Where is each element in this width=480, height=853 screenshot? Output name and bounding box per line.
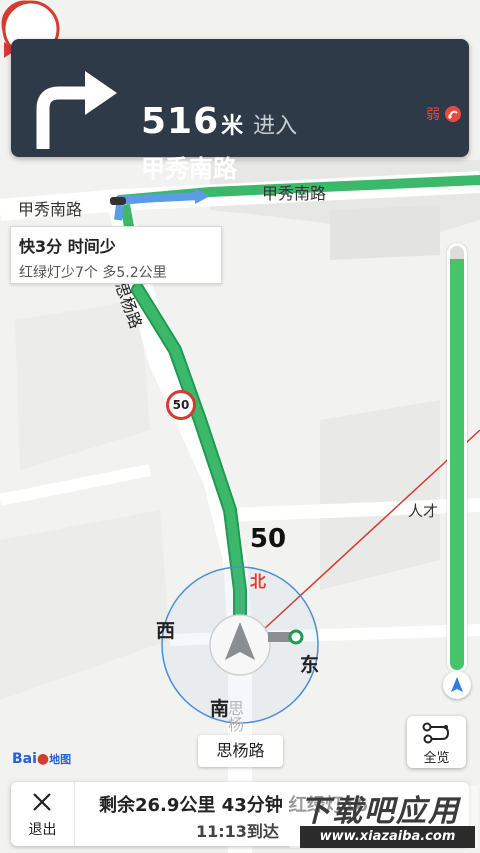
progress-car-marker xyxy=(443,671,471,699)
distance-unit: 米 xyxy=(221,114,244,139)
gps-signal-text: 弱 xyxy=(426,107,440,123)
map-poi-label: 人才 xyxy=(408,502,439,520)
compass-west: 西 xyxy=(156,620,176,642)
route-overview-icon xyxy=(422,722,450,744)
turn-right-arrow-icon xyxy=(36,71,117,149)
exit-label: 退出 xyxy=(28,822,57,838)
watermark-title: 下载吧应用 xyxy=(300,794,460,829)
close-icon xyxy=(33,793,51,811)
turn-distance: 516米 进入 xyxy=(141,101,297,142)
compass-north: 北 xyxy=(250,572,267,591)
baidu-map-logo: Bai●地图 xyxy=(12,751,71,767)
logo-text: Bai xyxy=(12,751,37,767)
compass-east: 东 xyxy=(300,654,320,676)
current-road-label: 思杨路 xyxy=(198,735,283,767)
map-road-label-left: 甲秀南路 xyxy=(18,200,83,219)
overview-button[interactable]: 全览 xyxy=(407,716,466,768)
arrival-time: 11:13到达 xyxy=(196,822,279,841)
speed-limit-sign: 50 xyxy=(166,390,196,420)
navigation-arrow-icon xyxy=(451,677,463,692)
turn-instruction-card[interactable]: 516米 进入 甲秀南路 弱 xyxy=(11,39,469,183)
current-speed-limit: 50 xyxy=(249,524,287,554)
watermark-url: www.xiazaiba.com xyxy=(300,826,475,848)
map-road-label-faint: 思杨 xyxy=(225,700,244,732)
exit-button[interactable]: 退出 xyxy=(11,782,75,846)
next-road-name: 甲秀南路 xyxy=(141,155,237,183)
paw-icon: ● xyxy=(36,751,50,767)
turn-action: 进入 xyxy=(253,114,298,139)
gps-signal-indicator: 弱 xyxy=(426,104,462,124)
alternative-route-bubble[interactable]: 快3分 时间少 红绿灯少7个 多5.2公里 xyxy=(10,226,222,284)
alt-route-subtitle: 红绿灯少7个 多5.2公里 xyxy=(19,265,167,281)
route-progress-fill xyxy=(450,258,464,670)
distance-value: 516 xyxy=(141,101,220,142)
logo-mark: 地图 xyxy=(49,753,72,766)
gps-signal-icon xyxy=(445,106,461,122)
map-road-label-right: 甲秀南路 xyxy=(262,184,327,203)
alt-route-title: 快3分 时间少 xyxy=(19,237,116,256)
overview-label: 全览 xyxy=(423,751,450,766)
route-progress-bar xyxy=(447,243,467,673)
